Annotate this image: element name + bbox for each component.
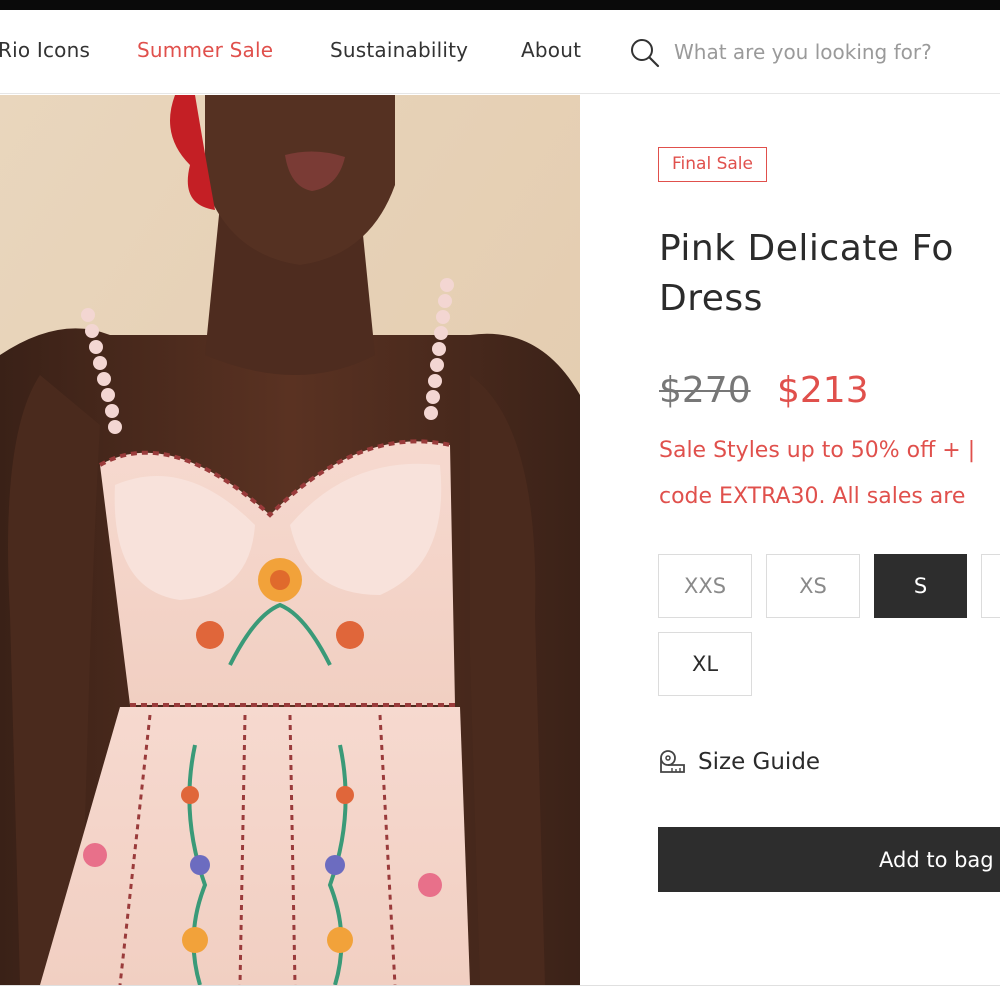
ruler-icon (660, 750, 685, 773)
nav-link-about[interactable]: About (521, 38, 581, 62)
product-photo (0, 95, 580, 985)
add-to-bag-button[interactable]: Add to bag (658, 827, 1000, 892)
size-guide-label: Size Guide (698, 749, 821, 775)
size-option-s[interactable]: S (874, 554, 967, 618)
size-option-xs[interactable]: XS (766, 554, 860, 618)
promo-text: Sale Styles up to 50% off + | code EXTRA… (659, 428, 1000, 520)
search-icon[interactable] (629, 37, 661, 69)
original-price: $270 (659, 370, 751, 411)
search-input[interactable] (674, 34, 1000, 70)
promo-line-1: Sale Styles up to 50% off + | (659, 438, 976, 463)
window-top-bar (0, 0, 1000, 10)
final-sale-badge: Final Sale (658, 147, 767, 182)
promo-line-2: code EXTRA30. All sales are (659, 484, 966, 509)
top-navigation: Rio Icons Summer Sale Sustainability Abo… (0, 10, 1000, 94)
size-option-xl[interactable]: XL (658, 632, 752, 696)
product-title-line-2: Dress (659, 278, 763, 319)
size-option-partial[interactable] (981, 554, 1000, 618)
nav-link-rio-icons[interactable]: Rio Icons (0, 38, 90, 62)
size-option-xxs[interactable]: XXS (658, 554, 752, 618)
size-guide-link[interactable]: Size Guide (658, 744, 820, 780)
bottom-divider (0, 985, 1000, 986)
product-title-line-1: Pink Delicate Fo (659, 228, 954, 269)
sale-price: $213 (777, 370, 869, 411)
nav-link-sustainability[interactable]: Sustainability (330, 38, 468, 62)
product-title: Pink Delicate Fo Dress (659, 224, 1000, 324)
nav-link-summer-sale[interactable]: Summer Sale (137, 38, 273, 62)
